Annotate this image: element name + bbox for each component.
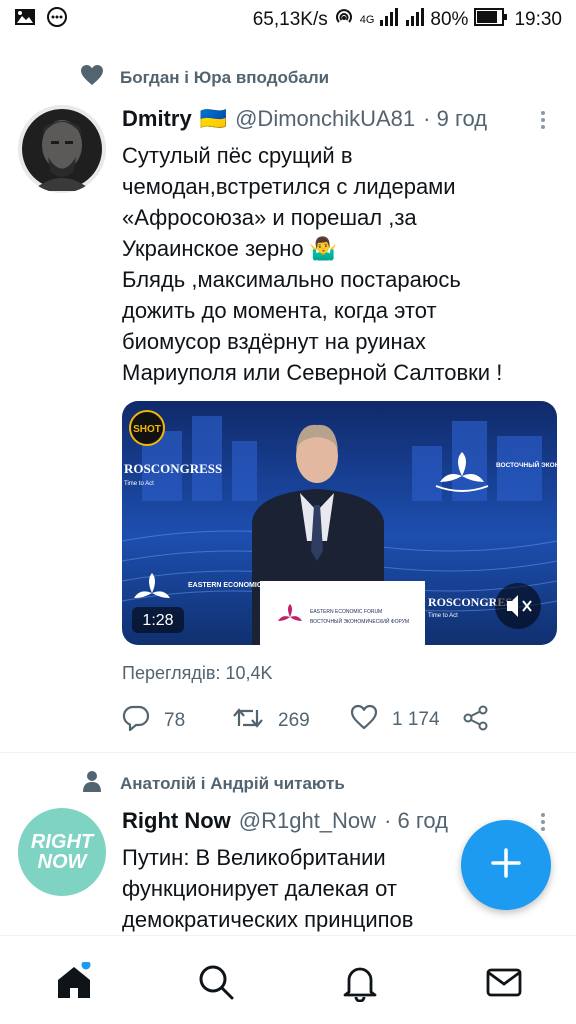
brand-left: ROSCONGRESS [124,461,222,476]
handle[interactable]: @R1ght_Now [239,808,376,834]
tweet-text-line: Украинское зерно 🤷‍♂ [122,236,338,261]
network-speed: 65,13K/s [252,9,328,30]
status-bar: 65,13K/s 4G 80% 19:30 [0,0,576,40]
avatar-text: NOW [37,851,87,873]
display-name[interactable]: Right Now [122,808,231,834]
tweet-time[interactable]: · 6 год [384,808,448,834]
tweet-text-line: демократических принципов [122,907,414,932]
like-button[interactable]: 1 174 [350,704,440,736]
retweet-button[interactable]: 269 [232,704,310,738]
hotspot-icon [334,7,354,33]
notifications-icon[interactable] [340,962,380,1003]
retweet-icon [232,704,264,738]
brand-left-sub: Time to Act [124,481,154,487]
tweet-text-line: функционирует далекая от [122,876,397,901]
reply-icon [122,704,150,738]
forum-ru: ВОСТОЧНЫЙ ЭКОНОМИЧЕСКИЙ ФОРУМ [496,460,557,469]
video-player[interactable]: ROSCONGRESS Time to Act ВОСТОЧНЫЙ ЭКОНОМ… [122,401,557,645]
display-name[interactable]: Dmitry [122,106,192,132]
person-icon [80,769,104,798]
social-context-text: Анатолій і Андрій читають [120,773,345,793]
compose-tweet-button[interactable] [461,820,551,910]
retweet-count: 269 [278,710,310,731]
tweet-text-line: дожить до момента, когда этот [122,298,437,323]
image-icon [14,8,36,32]
home-icon[interactable] [54,960,94,1002]
tweet-header: Right Now @R1ght_Now · 6 год [122,808,448,834]
more-options-icon[interactable] [541,108,547,132]
tweet-text-line: биомусор вздёрнут на руинах [122,329,426,354]
mute-icon[interactable] [495,583,541,629]
heart-icon [80,64,104,91]
tweet-text-line: Путин: В Великобритании [122,845,386,870]
avatar[interactable] [18,105,106,193]
plus-icon [489,846,523,885]
battery-icon [474,8,508,32]
social-context: Богдан і Юра вподобали [80,64,329,91]
tweet-time[interactable]: · 9 год [423,106,487,132]
clock: 19:30 [514,9,562,30]
share-button[interactable] [462,704,490,738]
video-duration: 1:28 [142,612,173,629]
like-count: 1 174 [392,709,440,730]
search-icon[interactable] [196,962,236,1002]
like-icon [350,704,378,736]
reply-count: 78 [164,710,186,731]
messages-icon[interactable] [484,962,524,1002]
podium-en: EASTERN ECONOMIC FORUM [310,609,382,615]
avatar-text: RIGHT [30,831,94,853]
signal-icon [380,8,425,32]
tweet-text-line: Мариуполя или Северной Салтовки ! [122,360,503,385]
more-options-icon[interactable] [541,810,547,834]
brand-right-sub: Time to Act [428,613,458,619]
tweet-text-line: Блядь ,максимально постараюсь [122,267,461,292]
tweet-text: Сутулый пёс срущий в чемодан,встретился … [122,140,502,388]
podium: EASTERN ECONOMIC FORUM ВОСТОЧНЫЙ ЭКОНОМИ… [260,581,425,645]
divider [0,752,576,753]
tweet-actions: 78 269 1 174 [122,704,502,736]
reply-button[interactable]: 78 [122,704,185,738]
social-context-text: Богдан і Юра вподобали [120,67,330,87]
battery-level: 80% [430,9,469,30]
tweet-text-line: Сутулый пёс срущий в [122,143,353,168]
shot-badge: SHOT [129,410,165,446]
tweet-text: Путин: В Великобритании функционирует да… [122,842,413,935]
view-count: Переглядів: 10,4K [122,663,273,683]
bottom-navigation [0,935,576,1024]
avatar[interactable]: RIGHT NOW [18,808,106,896]
svg-text:SHOT: SHOT [133,424,161,435]
share-icon [462,704,490,738]
podium-ru: ВОСТОЧНЫЙ ЭКОНОМИЧЕСКИЙ ФОРУМ [310,617,409,625]
tweet-text-line: «Афросоюза» и порешал ,за [122,205,417,230]
message-icon [46,6,68,34]
tweet-header: Dmitry 🇺🇦 @DimonchikUA81 · 9 год [122,106,487,132]
tweet-text-line: чемодан,встретился с лидерами [122,174,456,199]
flag-emoji: 🇺🇦 [199,106,228,131]
network-type: 4G [359,14,375,26]
social-context: Анатолій і Андрій читають [80,769,345,798]
handle[interactable]: @DimonchikUA81 [235,106,415,132]
forum-en: EASTERN ECONOMIC FORUM [188,582,290,589]
